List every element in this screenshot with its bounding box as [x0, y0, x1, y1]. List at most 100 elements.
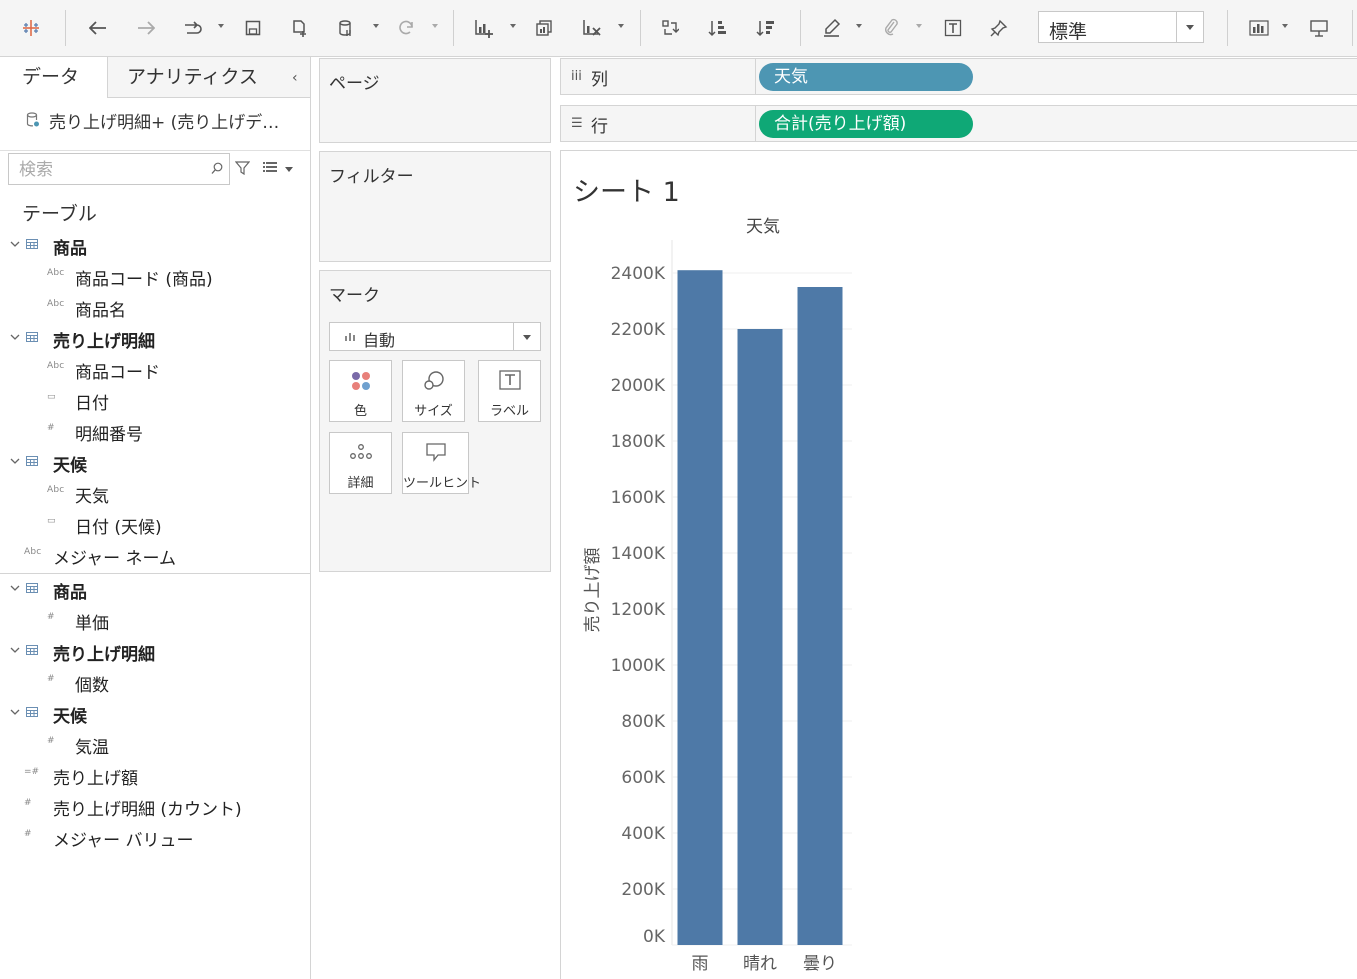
- clear-sheet-icon[interactable]: [580, 14, 604, 42]
- chevron-down-icon[interactable]: [431, 22, 439, 30]
- field-item[interactable]: Abc 商品名: [0, 292, 310, 323]
- chevron-down-icon[interactable]: [855, 22, 863, 30]
- chevron-down-icon[interactable]: [285, 167, 293, 172]
- x-tick-label: 曇り: [803, 954, 837, 974]
- datasource-item[interactable]: 売り上げ明細+ (売り上げデ…: [0, 98, 310, 151]
- columns-shelf[interactable]: iii 列 天気: [560, 58, 1357, 95]
- table-group[interactable]: 売り上げ明細: [0, 636, 310, 667]
- color-button[interactable]: 色: [329, 360, 392, 422]
- undo-icon[interactable]: [86, 14, 110, 42]
- columns-pill[interactable]: 天気: [759, 63, 973, 91]
- tooltip-button[interactable]: ツールヒント: [402, 432, 481, 494]
- swap-rows-columns-icon[interactable]: [658, 14, 682, 42]
- highlight-icon[interactable]: [820, 14, 844, 42]
- chevron-down-icon[interactable]: [1281, 22, 1289, 30]
- tab-data[interactable]: データ: [0, 57, 108, 98]
- search-input[interactable]: [17, 158, 206, 182]
- save-icon[interactable]: [241, 14, 265, 42]
- duplicate-sheet-icon[interactable]: [532, 14, 556, 42]
- date-type-icon: ▭: [47, 392, 56, 402]
- pin-icon[interactable]: [987, 14, 1011, 42]
- fit-select-dropdown-button[interactable]: [1176, 12, 1203, 42]
- redo-icon[interactable]: [134, 14, 158, 42]
- table-group[interactable]: 天候: [0, 447, 310, 478]
- chevron-down-icon[interactable]: [617, 22, 625, 30]
- field-item[interactable]: # 気温: [0, 729, 310, 760]
- presentation-mode-icon[interactable]: [1307, 14, 1331, 42]
- chevron-down-icon[interactable]: [509, 22, 517, 30]
- filter-icon[interactable]: [235, 161, 250, 175]
- number-type-icon: #: [47, 612, 55, 622]
- detail-button[interactable]: 詳細: [329, 432, 392, 494]
- chevron-down-icon[interactable]: [10, 456, 20, 466]
- tables-heading: テーブル: [22, 203, 97, 225]
- bar: [677, 270, 723, 945]
- rows-pill[interactable]: 合計(売り上げ額): [759, 110, 973, 138]
- refresh-icon[interactable]: [394, 14, 418, 42]
- table-icon: [26, 645, 38, 655]
- fit-select[interactable]: 標準: [1038, 11, 1204, 43]
- date-type-icon: ▭: [47, 516, 56, 526]
- pages-card[interactable]: ページ: [319, 58, 551, 143]
- y-tick-label: 2200K: [611, 320, 666, 340]
- chevron-down-icon[interactable]: [10, 239, 20, 249]
- y-tick-label: 800K: [621, 712, 665, 732]
- y-tick-label: 2000K: [611, 376, 666, 396]
- chevron-down-icon[interactable]: [10, 707, 20, 717]
- number-type-icon: #: [24, 829, 32, 839]
- field-label: 天候: [53, 707, 87, 727]
- rows-shelf[interactable]: ☰ 行 合計(売り上げ額): [560, 105, 1357, 142]
- label-button[interactable]: ラベル: [478, 360, 541, 422]
- field-item[interactable]: # 単価: [0, 605, 310, 636]
- field-label: 売り上げ明細 (カウント): [53, 800, 242, 820]
- show-mark-labels-icon[interactable]: [941, 14, 965, 42]
- field-item[interactable]: =# 売り上げ額: [0, 760, 310, 791]
- collapse-pane-icon[interactable]: ‹: [292, 70, 298, 86]
- sort-ascending-icon[interactable]: [706, 14, 730, 42]
- group-members-icon[interactable]: [879, 14, 903, 42]
- size-button[interactable]: サイズ: [402, 360, 465, 422]
- field-item[interactable]: Abc メジャー ネーム: [0, 540, 310, 571]
- number-type-icon: #: [47, 736, 55, 746]
- field-item[interactable]: ▭ 日付 (天候): [0, 509, 310, 540]
- filters-card[interactable]: フィルター: [319, 151, 551, 262]
- string-type-icon: Abc: [47, 268, 65, 278]
- field-item[interactable]: # 明細番号: [0, 416, 310, 447]
- chevron-down-icon[interactable]: [10, 583, 20, 593]
- chevron-down-icon[interactable]: [217, 22, 225, 30]
- tab-analytics[interactable]: アナリティクス: [109, 57, 279, 97]
- field-item[interactable]: Abc 天気: [0, 478, 310, 509]
- new-datasource-icon[interactable]: [288, 14, 312, 42]
- size-icon: [423, 371, 444, 390]
- sort-descending-icon[interactable]: [754, 14, 778, 42]
- search-icon[interactable]: [211, 162, 223, 175]
- mark-type-dropdown-button[interactable]: [513, 323, 540, 350]
- table-group[interactable]: 天候: [0, 698, 310, 729]
- tableau-logo-icon[interactable]: [18, 14, 44, 42]
- show-me-chart-icon[interactable]: [1247, 14, 1271, 42]
- table-group[interactable]: 商品: [0, 574, 310, 605]
- chevron-down-icon[interactable]: [372, 22, 380, 30]
- table-group[interactable]: 売り上げ明細: [0, 323, 310, 354]
- database-icon[interactable]: [334, 14, 358, 42]
- chevron-down-icon[interactable]: [10, 645, 20, 655]
- chevron-down-icon[interactable]: [10, 332, 20, 342]
- field-item[interactable]: # 個数: [0, 667, 310, 698]
- table-icon: [26, 456, 38, 466]
- mark-type-select[interactable]: 自動: [329, 322, 541, 351]
- chevron-down-icon[interactable]: [915, 22, 923, 30]
- search-box[interactable]: [8, 153, 230, 185]
- field-item[interactable]: # メジャー バリュー: [0, 822, 310, 853]
- replay-icon[interactable]: [180, 14, 204, 42]
- new-worksheet-icon[interactable]: [472, 14, 496, 42]
- list-view-icon[interactable]: [263, 161, 277, 173]
- toolbar-separator: [453, 10, 454, 46]
- table-group[interactable]: 商品: [0, 230, 310, 261]
- field-item[interactable]: Abc 商品コード: [0, 354, 310, 385]
- field-label: 商品: [53, 583, 87, 603]
- field-label: 天候: [53, 456, 87, 476]
- field-item[interactable]: ▭ 日付: [0, 385, 310, 416]
- field-item[interactable]: # 売り上げ明細 (カウント): [0, 791, 310, 822]
- field-item[interactable]: Abc 商品コード (商品): [0, 261, 310, 292]
- x-tick-label: 雨: [692, 954, 709, 974]
